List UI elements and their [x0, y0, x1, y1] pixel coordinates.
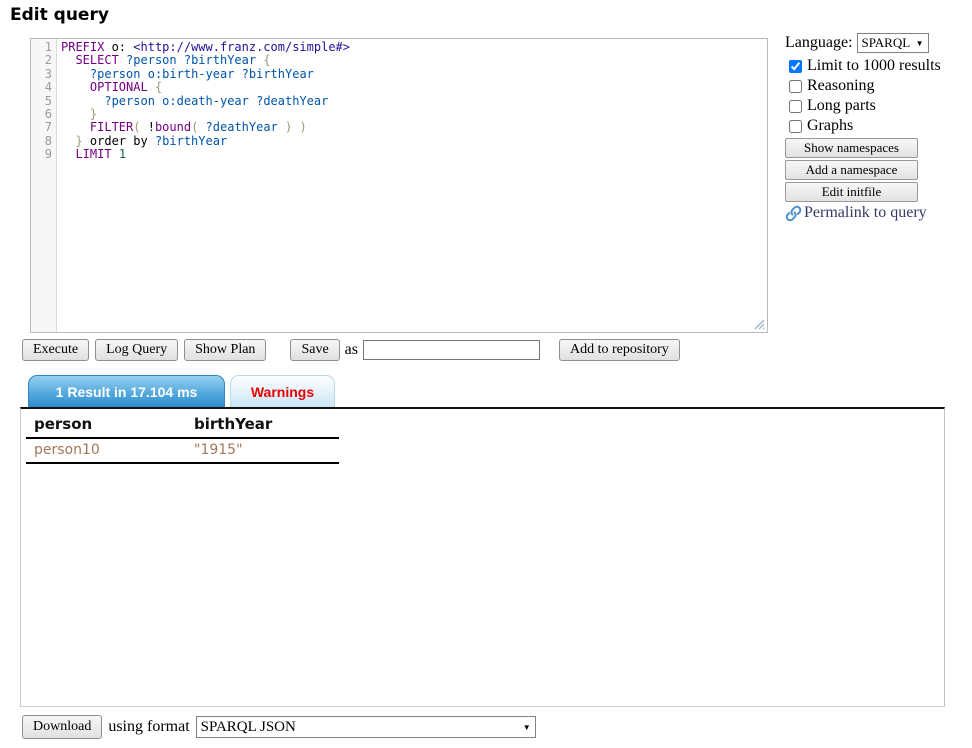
page-title: Edit query — [10, 5, 109, 25]
chevron-down-icon: ▼ — [916, 39, 924, 48]
line-number: 3 — [31, 68, 52, 81]
column-header-person: person — [26, 412, 186, 438]
option-row-limit-to-1000-results[interactable]: Limit to 1000 results — [785, 56, 971, 76]
action-buttons: Execute Log Query Show Plan — [22, 339, 272, 361]
permalink-to-query-link[interactable]: Permalink to query — [785, 204, 971, 222]
code-lines[interactable]: PREFIX o: <http://www.franz.com/simple#>… — [57, 39, 767, 332]
option-row-long-parts[interactable]: Long parts — [785, 96, 971, 116]
add-a-namespace-button[interactable]: Add a namespace — [785, 160, 918, 180]
show-namespaces-button[interactable]: Show namespaces — [785, 138, 918, 158]
code-line[interactable]: } order by ?birthYear — [61, 135, 767, 148]
column-header-birthyear: birthYear — [186, 412, 339, 438]
link-icon — [785, 205, 802, 222]
option-checkbox[interactable] — [789, 80, 802, 93]
option-checkbox[interactable] — [789, 60, 802, 73]
code-line[interactable]: ?person o:death-year ?deathYear — [61, 95, 767, 108]
code-line[interactable]: LIMIT 1 — [61, 148, 767, 161]
code-line[interactable]: ?person o:birth-year ?birthYear — [61, 68, 767, 81]
results-header-row: personbirthYear — [26, 412, 339, 438]
option-row-reasoning[interactable]: Reasoning — [785, 76, 971, 96]
line-number: 4 — [31, 81, 52, 94]
log-query-button[interactable]: Log Query — [95, 339, 178, 361]
options-panel: Language: SPARQL ▼ Limit to 1000 results… — [785, 33, 971, 222]
show-plan-button[interactable]: Show Plan — [184, 339, 266, 361]
option-checkbox-label: Limit to 1000 results — [807, 57, 941, 75]
edit-initfile-button[interactable]: Edit initfile — [785, 182, 918, 202]
table-cell[interactable]: person10 — [26, 438, 186, 463]
query-editor[interactable]: 123456789 PREFIX o: <http://www.franz.co… — [30, 38, 768, 333]
format-label: using format — [108, 718, 189, 736]
option-checkbox-label: Graphs — [807, 117, 853, 135]
execute-button[interactable]: Execute — [22, 339, 89, 361]
line-number: 2 — [31, 54, 52, 67]
line-number: 7 — [31, 121, 52, 134]
resize-grip-icon[interactable] — [752, 317, 765, 330]
tab-warnings[interactable]: Warnings — [230, 375, 335, 407]
results-table: personbirthYear person10"1915" — [26, 412, 339, 464]
chevron-down-icon: ▼ — [523, 723, 531, 732]
code-line[interactable]: PREFIX o: <http://www.franz.com/simple#> — [61, 41, 767, 54]
format-select[interactable]: SPARQL JSON ▼ — [196, 716, 536, 738]
download-button[interactable]: Download — [22, 715, 102, 739]
format-select-value: SPARQL JSON — [201, 719, 296, 736]
download-row: Download using format SPARQL JSON ▼ — [22, 715, 536, 739]
language-label: Language: — [785, 34, 853, 52]
save-name-input[interactable] — [363, 340, 540, 360]
actions-row: Execute Log Query Show Plan Save as Add to… — [22, 339, 680, 361]
line-number: 9 — [31, 148, 52, 161]
checkbox-list: Limit to 1000 results Reasoning Long parts… — [785, 56, 971, 136]
save-as-label: as — [345, 341, 358, 359]
code-line[interactable]: FILTER( !bound( ?deathYear ) ) — [61, 121, 767, 134]
results-body: person10"1915" — [26, 438, 339, 463]
permalink-label: Permalink to query — [804, 204, 927, 222]
table-cell: "1915" — [186, 438, 339, 463]
results-panel: personbirthYear person10"1915" — [20, 407, 945, 707]
option-checkbox-label: Reasoning — [807, 77, 875, 95]
option-checkbox[interactable] — [789, 120, 802, 133]
line-number: 8 — [31, 135, 52, 148]
tab-results[interactable]: 1 Result in 17.104 ms — [28, 375, 225, 407]
option-buttons: Show namespacesAdd a namespaceEdit initf… — [785, 138, 971, 202]
table-row: person10"1915" — [26, 438, 339, 463]
code-line[interactable]: } — [61, 108, 767, 121]
language-select[interactable]: SPARQL ▼ — [857, 33, 929, 53]
line-number: 1 — [31, 41, 52, 54]
save-button[interactable]: Save — [290, 339, 339, 361]
line-number: 5 — [31, 95, 52, 108]
code-line[interactable]: OPTIONAL { — [61, 81, 767, 94]
code-line[interactable]: SELECT ?person ?birthYear { — [61, 54, 767, 67]
language-select-value: SPARQL — [862, 35, 911, 51]
line-number: 6 — [31, 108, 52, 121]
option-checkbox[interactable] — [789, 100, 802, 113]
results-tabs: 1 Result in 17.104 ms Warnings — [20, 375, 335, 407]
option-checkbox-label: Long parts — [807, 97, 876, 115]
add-to-repository-button[interactable]: Add to repository — [559, 339, 680, 361]
line-numbers: 123456789 — [31, 39, 57, 332]
option-row-graphs[interactable]: Graphs — [785, 116, 971, 136]
